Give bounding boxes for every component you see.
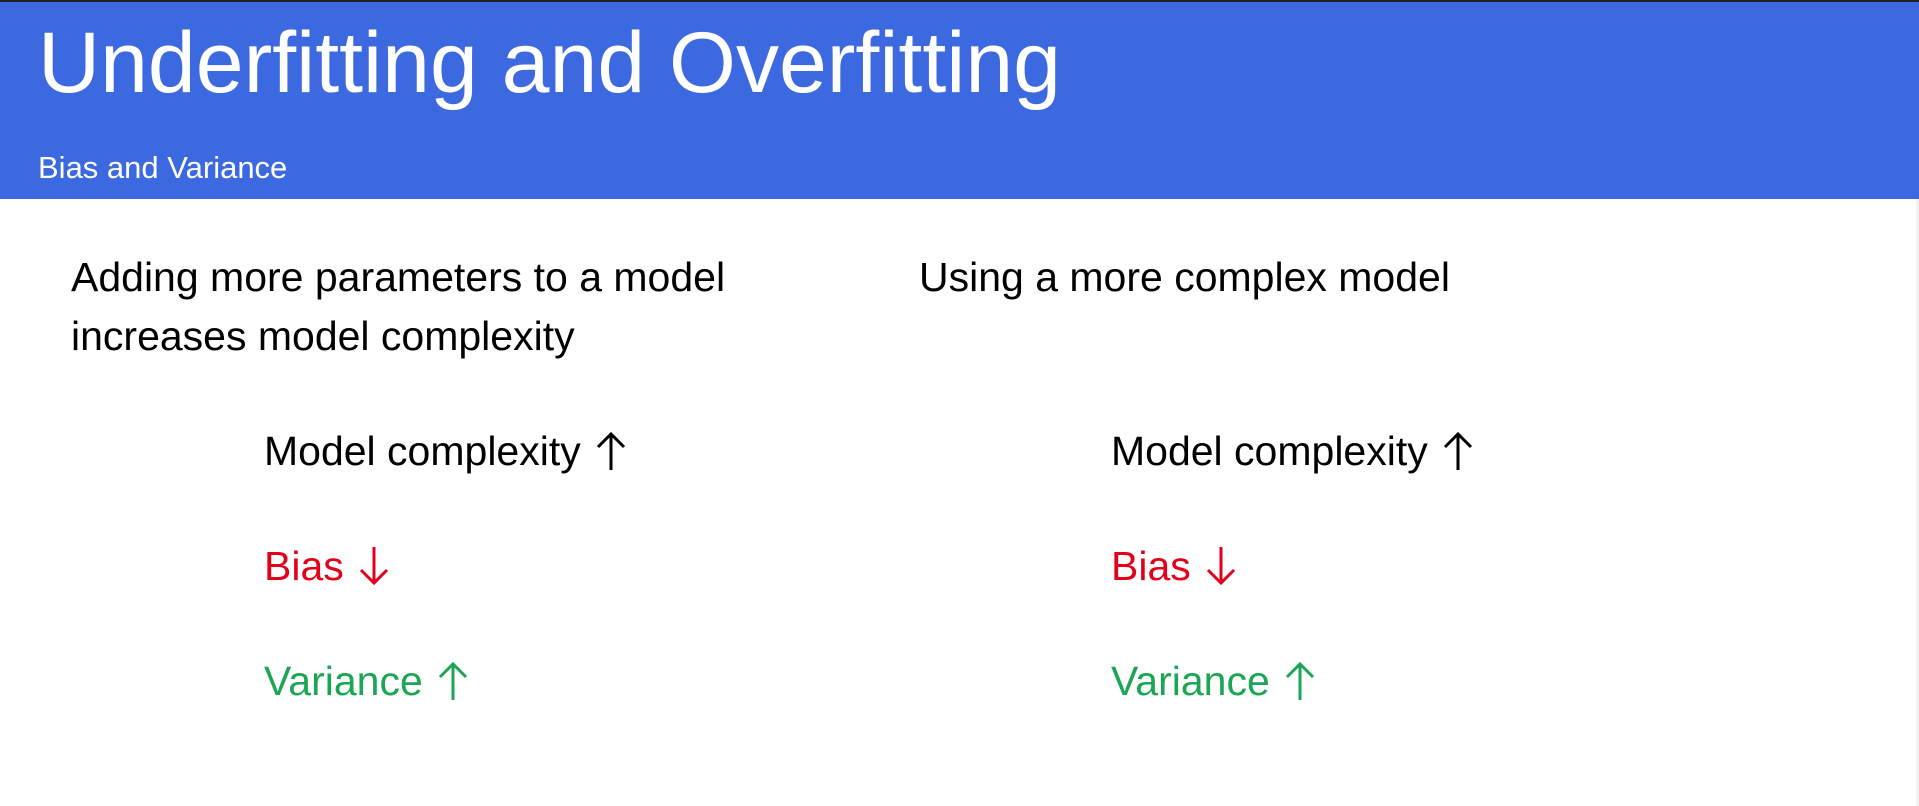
slide-subtitle: Bias and Variance (38, 150, 288, 185)
left-variance: Variance (264, 660, 469, 702)
arrow-up-icon (1285, 661, 1314, 700)
arrow-up-icon (1443, 431, 1472, 470)
left-heading-line-2: increases model complexity (71, 313, 575, 359)
right-model-complexity-label: Model complexity (1111, 427, 1428, 474)
left-heading-line-1: Adding more parameters to a model (71, 254, 726, 300)
left-variance-label: Variance (264, 657, 423, 704)
right-heading-line-1: Using a more complex model (919, 254, 1450, 300)
slide-title: Underfitting and Overfitting (38, 15, 1061, 111)
right-bias: Bias (1111, 545, 1237, 587)
arrow-up-icon (596, 431, 625, 470)
left-column-heading: Adding more parameters to a model increa… (71, 248, 725, 366)
arrow-down-icon (359, 547, 388, 586)
right-variance: Variance (1111, 660, 1316, 702)
slide-header: Underfitting and Overfitting Bias and Va… (0, 2, 1919, 199)
right-variance-label: Variance (1111, 657, 1270, 704)
arrow-down-icon (1206, 547, 1235, 586)
left-model-complexity: Model complexity (264, 430, 627, 472)
right-bias-label: Bias (1111, 542, 1191, 589)
left-model-complexity-label: Model complexity (264, 427, 581, 474)
right-column-heading: Using a more complex model (919, 248, 1450, 307)
right-model-complexity: Model complexity (1111, 430, 1474, 472)
left-bias: Bias (264, 545, 390, 587)
left-bias-label: Bias (264, 542, 344, 589)
arrow-up-icon (438, 661, 467, 700)
